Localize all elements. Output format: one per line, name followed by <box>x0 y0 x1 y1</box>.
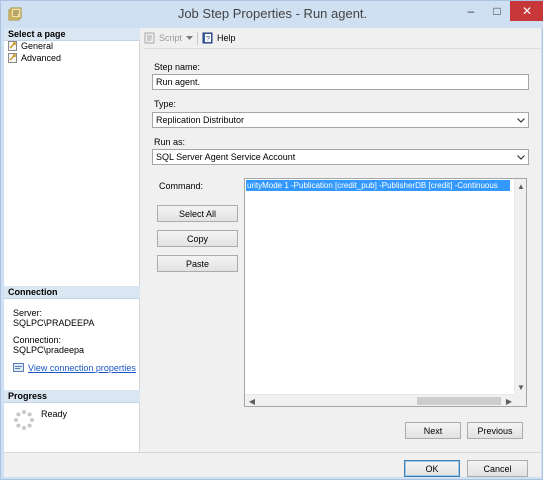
previous-button[interactable]: Previous <box>467 422 523 439</box>
svg-text:?: ? <box>206 36 210 43</box>
command-vertical-scrollbar[interactable]: ▲ ▼ <box>514 179 526 394</box>
copy-button[interactable]: Copy <box>157 230 238 247</box>
script-dropdown-button[interactable] <box>186 35 194 41</box>
step-name-input[interactable]: Run agent. <box>152 74 529 90</box>
page-item-label: Advanced <box>21 53 62 63</box>
title-bar[interactable]: Job Step Properties - Run agent. – □ ✕ <box>1 1 543 28</box>
command-horizontal-scrollbar[interactable]: ◀ ▶ <box>245 394 516 406</box>
cancel-button[interactable]: Cancel <box>467 460 528 477</box>
connection-value: SQLPC\pradeepa <box>13 345 85 355</box>
type-label: Type: <box>154 99 177 109</box>
page-item-label: General <box>21 41 54 51</box>
run-as-label: Run as: <box>154 137 186 147</box>
script-label: Script <box>159 33 183 43</box>
paste-button[interactable]: Paste <box>157 255 238 272</box>
job-step-properties-window: Job Step Properties - Run agent. – □ ✕ S… <box>0 0 543 480</box>
chevron-down-icon <box>186 35 194 40</box>
close-button[interactable]: ✕ <box>510 1 543 21</box>
wrench-page-icon <box>8 41 17 51</box>
wrench-page-icon <box>8 53 17 63</box>
footer-divider <box>4 452 541 453</box>
command-label: Command: <box>159 181 204 191</box>
scroll-up-icon[interactable]: ▲ <box>515 180 526 192</box>
script-button[interactable]: Script <box>144 32 182 44</box>
chevron-down-icon <box>516 113 526 127</box>
scroll-left-icon[interactable]: ◀ <box>246 395 258 406</box>
maximize-button[interactable]: □ <box>484 1 510 21</box>
run-as-select-value: SQL Server Agent Service Account <box>156 152 296 162</box>
dialog-client-area: Select a page General Advanced Connectio… <box>4 28 541 477</box>
next-button[interactable]: Next <box>405 422 461 439</box>
type-select[interactable]: Replication Distributor <box>152 112 529 128</box>
type-select-value: Replication Distributor <box>156 115 245 125</box>
command-text-selected: urityMode 1 -Publication [credit_pub] -P… <box>246 180 510 191</box>
step-name-label: Step name: <box>154 62 201 72</box>
toolbar-separator <box>197 31 199 45</box>
progress-spinner-icon <box>14 410 34 430</box>
help-book-icon: ? <box>202 32 213 44</box>
help-label: Help <box>217 33 236 43</box>
minimize-button[interactable]: – <box>458 1 484 21</box>
page-item-general[interactable]: General <box>8 40 53 52</box>
ok-button[interactable]: OK <box>404 460 460 477</box>
toolbar: Script ? Help <box>144 30 236 46</box>
connection-header: Connection <box>4 286 140 299</box>
scrollbar-corner <box>514 394 526 406</box>
command-textarea[interactable]: urityMode 1 -Publication [credit_pub] -P… <box>244 178 527 407</box>
view-connection-row: View connection properties <box>13 362 136 373</box>
help-button[interactable]: ? Help <box>202 32 236 44</box>
chevron-down-icon <box>516 150 526 164</box>
script-icon <box>144 32 155 44</box>
view-connection-properties-link[interactable]: View connection properties <box>28 363 136 373</box>
connection-label: Connection: <box>13 335 62 345</box>
horizontal-scroll-thumb[interactable] <box>417 397 501 405</box>
select-all-button[interactable]: Select All <box>157 205 238 222</box>
scroll-down-icon[interactable]: ▼ <box>515 381 526 393</box>
server-value: SQLPC\PRADEEPA <box>13 318 95 328</box>
progress-header: Progress <box>4 390 140 403</box>
left-pane: Select a page General Advanced Connectio… <box>4 28 140 452</box>
run-as-select[interactable]: SQL Server Agent Service Account <box>152 149 529 165</box>
server-label: Server: <box>13 308 43 318</box>
connection-properties-icon <box>13 363 24 372</box>
toolbar-divider <box>144 48 541 49</box>
page-item-advanced[interactable]: Advanced <box>8 52 61 64</box>
progress-status: Ready <box>41 409 68 419</box>
